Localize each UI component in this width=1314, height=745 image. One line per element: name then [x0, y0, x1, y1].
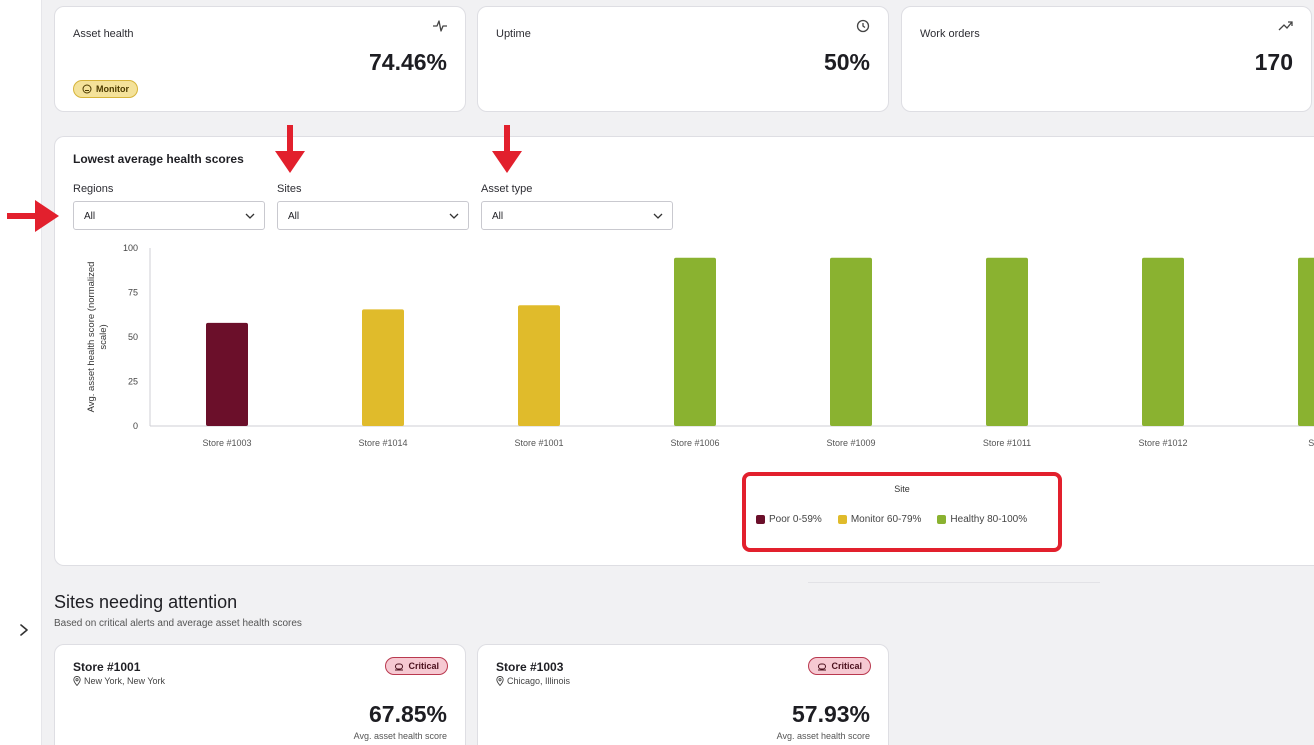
y-axis-label-line: Avg. asset health score (normalized	[86, 262, 97, 413]
x-tick-label: Store #1014	[358, 438, 407, 448]
site-location-text: Chicago, Illinois	[507, 676, 571, 686]
site-score-caption: Avg. asset health score	[776, 731, 870, 741]
legend-items: Poor 0-59% Monitor 60-79% Healthy 80-100…	[756, 514, 1027, 525]
chart-bar[interactable]	[1142, 257, 1184, 426]
legend-swatch-healthy	[937, 515, 947, 524]
sites-section-title: Sites needing attention	[54, 592, 238, 612]
site-score: 67.85%	[368, 701, 447, 727]
x-tick-label: Store #1003	[202, 438, 251, 448]
site-card-1001[interactable]: Store #1001 New York, New York Critical …	[54, 644, 466, 745]
legend-swatch-poor	[756, 515, 765, 524]
legend-swatch-monitor	[837, 515, 847, 524]
location-pin-icon	[73, 676, 81, 686]
site-score-caption: Avg. asset health score	[353, 731, 447, 741]
y-axis-label: Avg. asset health score (normalizedscale…	[86, 262, 109, 413]
y-axis-label-line: scale)	[98, 324, 109, 349]
legend-title: Site	[894, 484, 910, 494]
alarm-icon	[818, 663, 827, 671]
chart-bar[interactable]	[206, 322, 248, 426]
chart-bar[interactable]	[362, 309, 404, 426]
x-tick-label: Store #1001	[514, 438, 563, 448]
x-tick-label: Store #1011	[983, 438, 1031, 448]
x-tick-label: Store #1006	[670, 438, 719, 448]
annotation-arrow-down-icon	[492, 125, 522, 173]
annotation-arrow-down-icon	[275, 125, 305, 173]
critical-badge-label: Critical	[408, 661, 439, 671]
legend-item-healthy[interactable]: Healthy 80-100%	[937, 514, 1027, 525]
sites-section-subtitle: Based on critical alerts and average ass…	[54, 618, 302, 629]
y-tick-label: 75	[128, 288, 138, 298]
legend-label: Poor 0-59%	[769, 514, 822, 525]
y-tick-label: 50	[128, 332, 138, 342]
chart-bar[interactable]	[1298, 257, 1314, 426]
legend-label: Monitor 60-79%	[850, 514, 922, 525]
legend-item-poor[interactable]: Poor 0-59%	[756, 514, 822, 525]
chart-bar[interactable]	[986, 257, 1028, 426]
location-pin-icon	[496, 676, 504, 686]
chart-bar[interactable]	[674, 257, 716, 426]
alarm-icon	[395, 663, 404, 671]
chevron-right-icon[interactable]	[17, 622, 31, 638]
divider	[808, 582, 1100, 583]
chart-bar[interactable]	[830, 257, 872, 426]
critical-badge-label: Critical	[831, 661, 862, 671]
critical-badge: Critical	[808, 657, 871, 675]
legend-item-monitor[interactable]: Monitor 60-79%	[837, 514, 922, 525]
x-tick-label: Store #1012	[1138, 438, 1187, 448]
health-bar-chart: 100 75 50 25 0 Avg. asset health score (norma…	[86, 243, 1314, 448]
site-name: Store #1003	[496, 660, 564, 674]
y-tick-label: 100	[123, 243, 138, 253]
site-location: Chicago, Illinois	[496, 676, 570, 686]
site-name: Store #1001	[73, 660, 141, 674]
y-tick-label: 0	[133, 421, 138, 431]
chart-legend: Site Poor 0-59% Monitor 60-79% Healthy 8…	[742, 472, 1062, 552]
critical-badge: Critical	[385, 657, 448, 675]
chart-bar[interactable]	[518, 305, 560, 426]
site-location: New York, New York	[73, 676, 165, 686]
x-tick-label: Store	[1308, 438, 1314, 448]
x-tick-label: Store #1009	[826, 438, 875, 448]
annotation-arrow-right-icon	[7, 200, 59, 232]
legend-label: Healthy 80-100%	[950, 514, 1028, 525]
site-score: 57.93%	[791, 701, 870, 727]
y-tick-label: 25	[128, 377, 138, 387]
site-card-1003[interactable]: Store #1003 Chicago, Illinois Critical 5…	[477, 644, 889, 745]
site-location-text: New York, New York	[84, 676, 166, 686]
